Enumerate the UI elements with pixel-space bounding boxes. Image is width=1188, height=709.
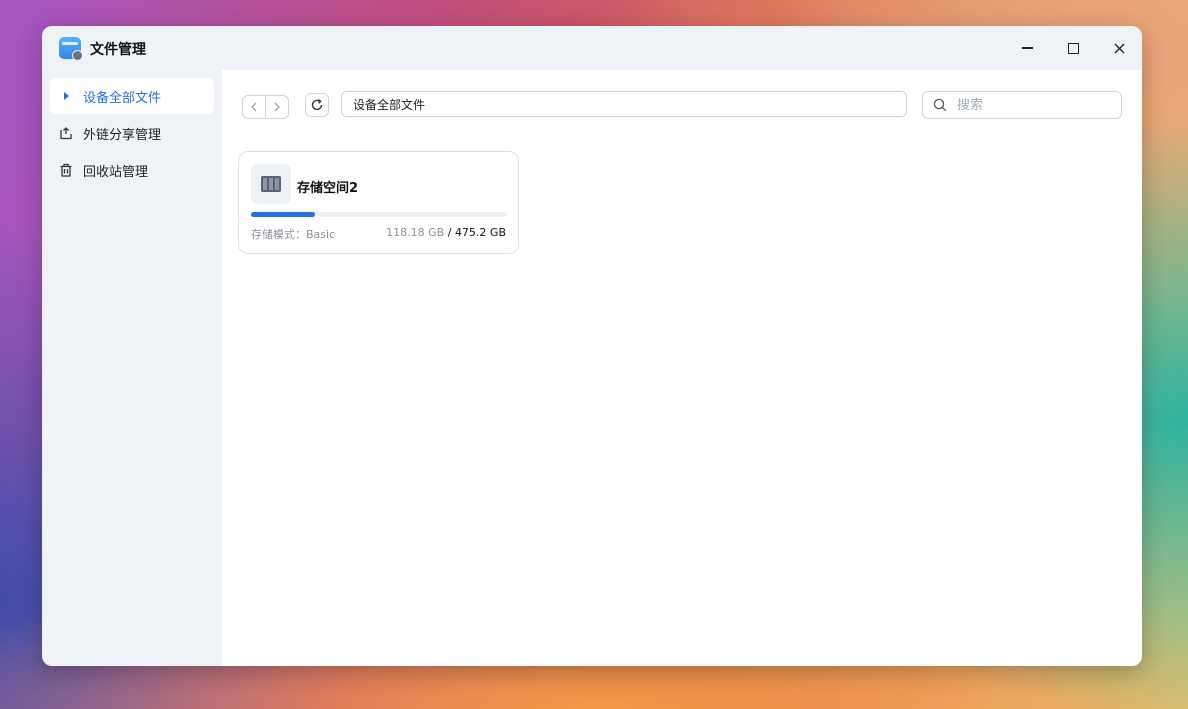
chevron-left-icon	[251, 102, 257, 112]
search-input[interactable]	[955, 96, 1119, 114]
window-title: 文件管理	[90, 42, 146, 58]
minimize-icon	[1021, 47, 1033, 49]
storage-usage-bar	[251, 212, 507, 217]
maximize-button[interactable]	[1061, 36, 1085, 60]
sidebar-item-all-files[interactable]: 设备全部文件	[50, 78, 214, 114]
minimize-button[interactable]	[1015, 36, 1039, 60]
storage-used: 118.18 GB	[386, 226, 445, 239]
history-nav	[242, 95, 289, 119]
sidebar-item-share-links[interactable]: 外链分享管理	[50, 115, 214, 151]
file-manager-window: 文件管理 设备全部文件 外链分享管理 回收站管理 设备全部文件 搜索 存储空间2…	[42, 26, 1142, 666]
path-bar[interactable]: 设备全部文件	[341, 91, 907, 117]
sidebar-item-label: 外链分享管理	[83, 127, 162, 143]
triangle-right-icon	[59, 89, 73, 103]
path-text: 设备全部文件	[353, 97, 426, 112]
maximize-icon	[1067, 42, 1079, 54]
sidebar-item-label: 设备全部文件	[83, 90, 162, 106]
title-bar: 文件管理	[42, 26, 1142, 70]
refresh-icon	[311, 99, 323, 111]
storage-mode: 存储模式：Basic	[251, 228, 336, 241]
storage-name: 存储空间2	[297, 181, 359, 196]
share-icon	[59, 126, 73, 140]
sidebar-item-recycle-bin[interactable]: 回收站管理	[50, 152, 214, 188]
close-icon	[1114, 43, 1124, 53]
main-panel: 设备全部文件 存储空间2 存储模式：Basic 118.18 GB / 475.…	[222, 70, 1142, 666]
trash-icon	[59, 163, 73, 177]
close-button[interactable]	[1107, 36, 1131, 60]
search-icon	[933, 98, 947, 112]
storage-total: 475.2 GB	[454, 226, 506, 239]
sidebar: 设备全部文件 外链分享管理 回收站管理	[42, 70, 222, 666]
storage-server-icon	[251, 164, 291, 204]
search-box[interactable]	[922, 91, 1122, 119]
refresh-button[interactable]	[305, 93, 329, 117]
gear-icon	[72, 50, 83, 61]
storage-usage-text: 118.18 GB / 475.2 GB	[386, 226, 506, 239]
storage-card[interactable]: 存储空间2 存储模式：Basic 118.18 GB / 475.2 GB	[238, 151, 519, 254]
file-manager-app-icon	[59, 37, 83, 61]
back-button[interactable]	[243, 96, 265, 118]
chevron-right-icon	[274, 102, 280, 112]
storage-separator: /	[444, 226, 455, 239]
sidebar-item-label: 回收站管理	[83, 164, 149, 180]
forward-button[interactable]	[265, 96, 288, 118]
storage-usage-fill	[251, 212, 315, 217]
